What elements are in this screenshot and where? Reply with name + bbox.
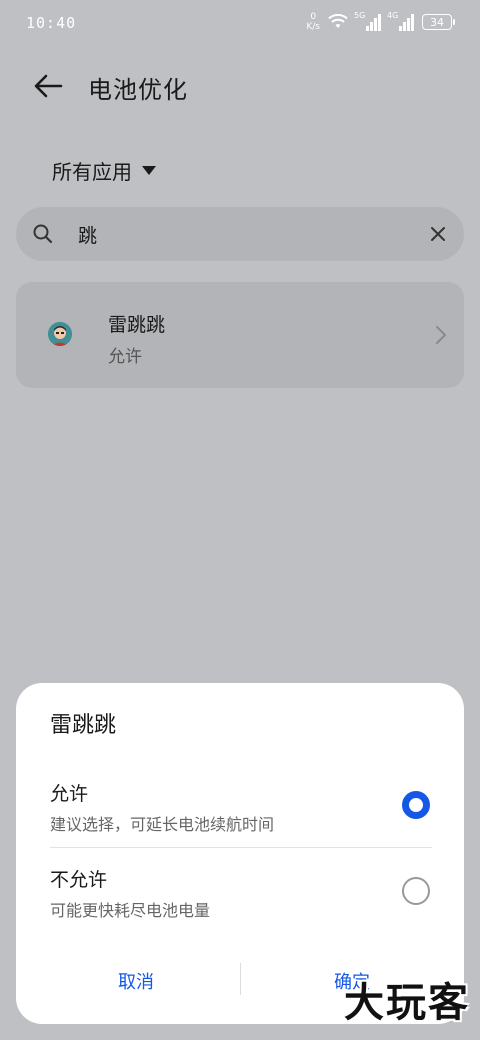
net2-label: 4G: [387, 11, 399, 20]
arrow-left-icon: [34, 74, 63, 98]
option-allow[interactable]: 允许 建议选择，可延长电池续航时间: [16, 769, 464, 849]
search-bar: [16, 207, 464, 261]
cancel-button[interactable]: 取消: [16, 959, 256, 1003]
status-icons: 0 K/s 5G 4G 34: [306, 11, 455, 32]
clear-search-button[interactable]: [426, 222, 450, 246]
option-disallow[interactable]: 不允许 可能更快耗尽电池电量: [16, 855, 464, 935]
app-filter-dropdown[interactable]: 所有应用: [52, 156, 156, 185]
filter-label: 所有应用: [52, 160, 132, 184]
battery-icon: 34: [422, 14, 455, 30]
signal-4g-icon: 4G: [387, 11, 414, 31]
option-label: 允许: [50, 783, 89, 805]
watermark-logo: 大玩客: [344, 979, 470, 1026]
app-header: 电池优化: [0, 60, 480, 110]
chevron-right-icon: [436, 326, 446, 344]
radio-disallow[interactable]: [402, 877, 430, 905]
search-input[interactable]: [78, 217, 418, 251]
status-time: 10:40: [26, 14, 77, 32]
network-speed: 0 K/s: [306, 12, 320, 32]
signal-5g-icon: 5G: [354, 11, 381, 31]
dialog-title: 雷跳跳: [50, 713, 117, 738]
close-icon: [431, 227, 445, 241]
option-description: 可能更快耗尽电池电量: [50, 901, 211, 920]
wifi-icon: [328, 14, 348, 28]
caret-down-icon: [142, 166, 156, 175]
page-title: 电池优化: [88, 76, 188, 104]
app-list-item[interactable]: 雷跳跳 允许: [16, 282, 464, 388]
app-icon: [48, 322, 72, 346]
divider: [50, 847, 432, 848]
radio-allow[interactable]: [402, 791, 430, 819]
option-description: 建议选择，可延长电池续航时间: [50, 815, 275, 834]
app-optimization-status: 允许: [108, 347, 142, 367]
search-icon: [33, 224, 53, 244]
app-name: 雷跳跳: [108, 314, 166, 336]
speed-unit: K/s: [306, 22, 320, 32]
option-label: 不允许: [50, 869, 108, 891]
speed-value: 0: [310, 12, 317, 22]
status-bar: 10:40 0 K/s 5G 4G 34: [0, 0, 480, 48]
battery-level: 34: [430, 15, 444, 29]
net1-label: 5G: [354, 11, 366, 20]
back-button[interactable]: [30, 68, 66, 104]
